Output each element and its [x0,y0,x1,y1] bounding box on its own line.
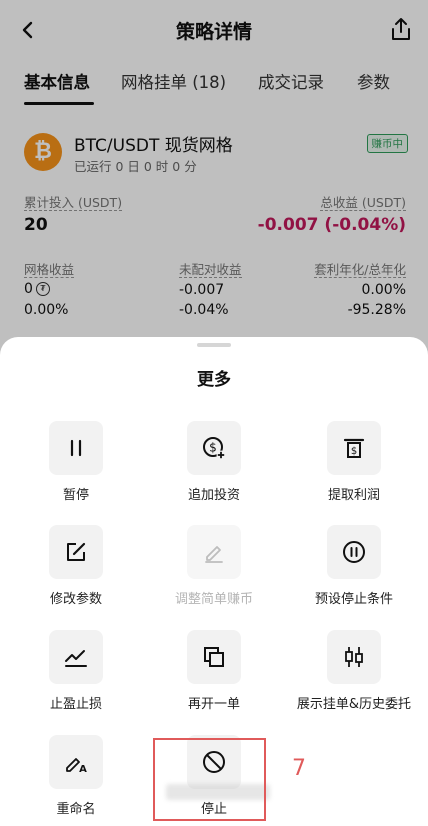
action-open-again-box [187,630,241,684]
pause-icon [70,439,82,457]
annotation-number: 7 [292,756,306,781]
action-modify-params[interactable]: 修改参数 [5,525,147,617]
action-adjust-simple-earn-box [187,525,241,579]
action-label: 再开一单 [187,697,240,712]
svg-text:$: $ [351,446,357,457]
sheet-title: 更多 [197,370,231,390]
action-label: 提取利润 [327,488,380,503]
action-take-profit-stop-loss[interactable]: 止盈止损 [5,630,147,722]
action-add-investment-box: $ [187,421,241,475]
svg-text:$: $ [209,441,217,455]
rename-icon: A [66,758,87,775]
action-preset-stop[interactable]: 预设停止条件 [283,525,425,617]
action-show-orders-history[interactable]: 展示挂单&历史委托 [283,630,425,722]
action-show-orders-history-box [327,630,381,684]
action-pause-box [49,421,103,475]
pencil-icon [205,546,223,563]
candlestick-icon [345,647,363,667]
edit-icon [67,542,86,561]
action-add-investment[interactable]: $ 追加投资 [143,421,285,513]
sheet-drag-handle[interactable] [197,343,231,347]
action-withdraw-profit-box: $ [327,421,381,475]
copy-icon [204,647,224,667]
action-pause[interactable]: 暂停 [5,421,147,513]
action-open-again[interactable]: 再开一单 [143,630,285,722]
action-preset-stop-box [327,525,381,579]
action-take-profit-stop-loss-box [49,630,103,684]
annotation-highlight-box [153,738,266,821]
action-label: 预设停止条件 [314,592,393,607]
action-label: 修改参数 [49,592,102,607]
action-label: 止盈止损 [49,697,102,712]
pause-circle-icon [343,541,365,563]
action-modify-params-box [49,525,103,579]
trend-icon [65,650,87,667]
action-label: 暂停 [62,488,89,503]
svg-text:A: A [79,764,87,775]
action-label: 重命名 [56,802,96,817]
action-withdraw-profit[interactable]: $ 提取利润 [283,421,425,513]
action-label: 调整简单赚币 [174,592,253,607]
withdraw-profit-icon: $ [343,438,365,458]
action-rename-box: A [49,735,103,789]
add-investment-icon: $ [203,437,226,460]
action-adjust-simple-earn: 调整简单赚币 [143,525,285,617]
action-rename[interactable]: A 重命名 [5,735,147,826]
action-label: 展示挂单&历史委托 [296,697,412,712]
action-label: 追加投资 [187,488,240,503]
